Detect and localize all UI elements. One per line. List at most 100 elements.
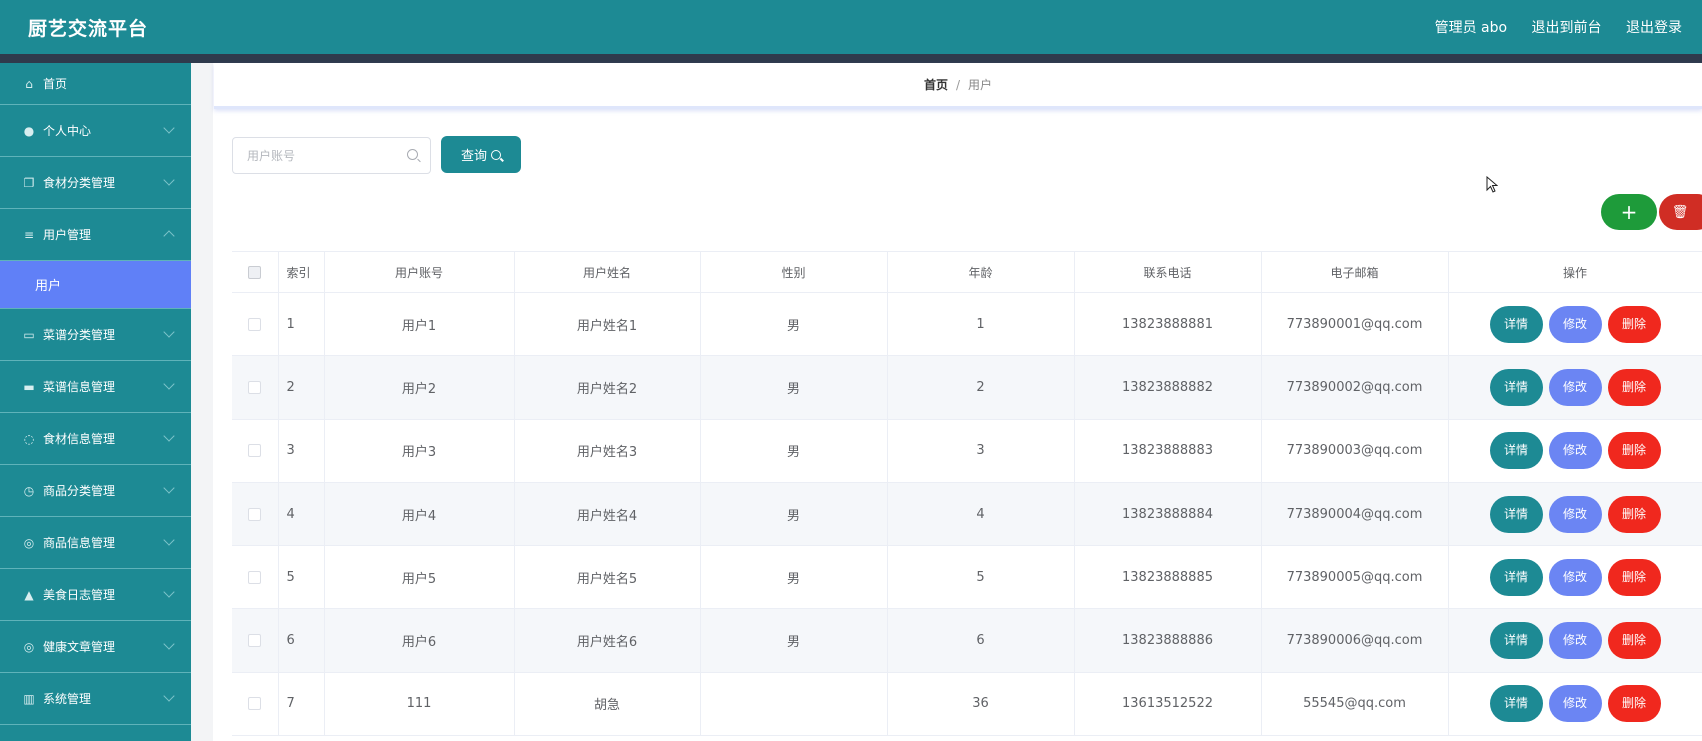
detail-button[interactable]: 详情 [1489, 305, 1543, 343]
delete-button[interactable]: 删除 [1607, 622, 1661, 660]
cell-phone: 13613512522 [1074, 672, 1262, 737]
sidebar-item-product-category[interactable]: ◷ 商品分类管理 [0, 465, 191, 517]
detail-button[interactable]: 详情 [1489, 432, 1543, 470]
cell-email: 773890003@qq.com [1261, 419, 1449, 483]
breadcrumb: 首页 / 用户 [214, 63, 1702, 109]
cell-age: 3 [887, 419, 1075, 483]
chart-icon: ▥ [23, 691, 35, 706]
cell-age: 2 [887, 355, 1075, 420]
chevron-down-icon [163, 174, 175, 186]
clock-icon: ◷ [23, 483, 35, 498]
table-row: 2 用户2 用户姓名2 男 2 13823888882 773890002@qq… [232, 355, 1702, 420]
edit-button[interactable]: 修改 [1548, 558, 1602, 596]
app-title: 厨艺交流平台 [28, 18, 149, 40]
delete-button[interactable]: 删除 [1607, 305, 1661, 343]
top-header: 厨艺交流平台 管理员 abo 退出到前台 退出登录 [0, 0, 1702, 54]
cell-gender: 男 [700, 355, 888, 420]
cell-name: 用户姓名6 [514, 608, 701, 673]
cell-gender [700, 672, 888, 737]
sidebar-item-label: 菜谱分类管理 [43, 328, 116, 342]
edit-button[interactable]: 修改 [1548, 305, 1602, 343]
select-all-checkbox[interactable] [248, 266, 262, 279]
header-actions: 管理员 abo 退出到前台 退出登录 [1435, 17, 1702, 37]
cell-phone: 13823888886 [1074, 608, 1262, 673]
cell-index: 3 [278, 419, 325, 483]
chevron-down-icon [163, 430, 175, 442]
column-header: 索引 [278, 251, 325, 293]
cell-index: 5 [278, 545, 325, 610]
column-header: 联系电话 [1074, 251, 1262, 293]
row-checkbox[interactable] [248, 507, 262, 521]
detail-button[interactable]: 详情 [1489, 685, 1543, 723]
row-checkbox[interactable] [248, 380, 262, 394]
sidebar-item-ingredient-info[interactable]: ◌ 食材信息管理 [0, 413, 191, 465]
edit-button[interactable]: 修改 [1548, 368, 1602, 406]
delete-button[interactable]: 删除 [1607, 558, 1661, 596]
mouse-cursor-icon [1486, 176, 1498, 193]
edit-button[interactable]: 修改 [1548, 432, 1602, 470]
cell-email: 773890005@qq.com [1261, 545, 1449, 610]
sidebar-item-personal-center[interactable]: ● 个人中心 [0, 105, 191, 157]
detail-button[interactable]: 详情 [1489, 622, 1543, 660]
delete-button[interactable]: 删除 [1607, 368, 1661, 406]
row-checkbox[interactable] [248, 697, 262, 711]
sidebar-item-health-article[interactable]: ◎ 健康文章管理 [0, 621, 191, 673]
sidebar-item-food-log[interactable]: ▲ 美食日志管理 [0, 569, 191, 621]
sidebar-item-system[interactable]: ▥ 系统管理 [0, 673, 191, 725]
detail-button[interactable]: 详情 [1489, 495, 1543, 533]
sidebar-item-recipe-info[interactable]: ▬ 菜谱信息管理 [0, 361, 191, 413]
user-table: 索引 用户账号 用户姓名 性别 年龄 联系电话 电子邮箱 操作 1 用户1 用户… [232, 251, 1702, 741]
detail-button[interactable]: 详情 [1489, 558, 1543, 596]
sidebar-item-label: 商品分类管理 [43, 484, 116, 498]
search-input[interactable] [233, 138, 393, 173]
sidebar-item-recipe-category[interactable]: ▭ 菜谱分类管理 [0, 309, 191, 361]
delete-button[interactable]: 删除 [1607, 432, 1661, 470]
cell-phone: 13823888881 [1074, 292, 1262, 357]
monitor-icon: ▬ [23, 379, 35, 394]
sidebar-subitem-users[interactable]: 用户 [0, 261, 191, 309]
add-button[interactable]: + [1601, 194, 1657, 230]
chat-icon: ▭ [23, 327, 35, 342]
row-checkbox[interactable] [248, 634, 262, 648]
row-select-cell [232, 672, 279, 737]
edit-button[interactable]: 修改 [1548, 685, 1602, 723]
row-checkbox[interactable] [248, 444, 262, 458]
breadcrumb-home[interactable]: 首页 [924, 78, 948, 92]
table-row: 7 111 胡急 36 13613512522 55545@qq.com 详情修… [232, 672, 1702, 737]
user-icon: ● [23, 123, 35, 138]
row-select-cell [232, 608, 279, 673]
detail-button[interactable]: 详情 [1489, 368, 1543, 406]
cell-gender: 男 [700, 482, 888, 547]
cell-account: 用户4 [324, 482, 515, 547]
row-select-cell [232, 419, 279, 483]
edit-button[interactable]: 修改 [1548, 495, 1602, 533]
search-icon [407, 149, 418, 160]
row-checkbox[interactable] [248, 570, 262, 584]
sidebar-item-label: 个人中心 [43, 124, 92, 138]
sidebar-item-ingredient-category[interactable]: ❐ 食材分类管理 [0, 157, 191, 209]
sidebar-item-product-info[interactable]: ◎ 商品信息管理 [0, 517, 191, 569]
compass-icon: ◎ [23, 639, 35, 654]
cell-email: 773890006@qq.com [1261, 608, 1449, 673]
chevron-down-icon [163, 638, 175, 650]
sidebar-item-user-management[interactable]: ≡ 用户管理 [0, 209, 191, 261]
delete-button[interactable]: 删除 [1607, 685, 1661, 723]
query-button[interactable]: 查询 [441, 136, 521, 173]
breadcrumb-current: 用户 [968, 78, 993, 92]
cell-account: 111 [324, 672, 515, 737]
delete-button[interactable]: 删除 [1607, 495, 1661, 533]
row-checkbox[interactable] [248, 317, 262, 331]
logout-link[interactable]: 退出登录 [1626, 20, 1682, 36]
edit-button[interactable]: 修改 [1548, 622, 1602, 660]
sidebar-item-home[interactable]: ⌂ 首页 [0, 63, 191, 105]
exit-to-front-link[interactable]: 退出到前台 [1532, 20, 1602, 36]
batch-delete-button[interactable]: 🗑 [1659, 194, 1702, 230]
column-header: 操作 [1448, 251, 1702, 293]
chevron-down-icon [163, 482, 175, 494]
cell-name: 用户姓名1 [514, 292, 701, 357]
sidebar-item-label: 菜谱信息管理 [43, 380, 116, 394]
cell-name: 用户姓名3 [514, 419, 701, 483]
sidebar: ⌂ 首页 ● 个人中心 ❐ 食材分类管理 ≡ 用户管理 用户 ▭ 菜谱分类管理 … [0, 63, 191, 741]
cell-age: 5 [887, 545, 1075, 610]
cell-name: 用户姓名5 [514, 545, 701, 610]
